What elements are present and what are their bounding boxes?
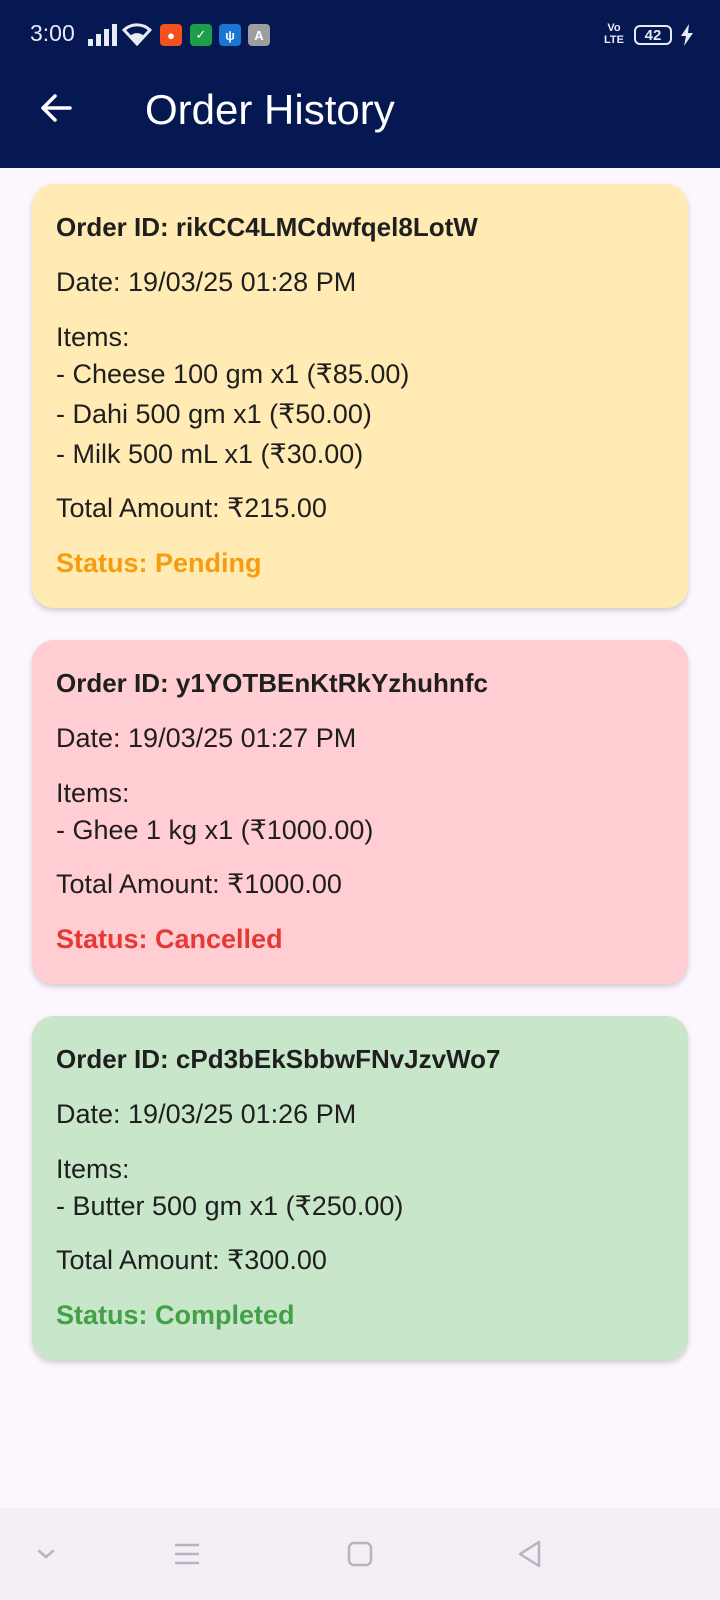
order-total: Total Amount: ₹300.00 bbox=[56, 1245, 327, 1275]
status-label: Status: Cancelled bbox=[56, 924, 283, 954]
signal-icon bbox=[88, 24, 117, 46]
usb-icon: ψ bbox=[219, 24, 241, 46]
items-label: Items: bbox=[56, 322, 130, 352]
order-card[interactable]: Order ID: rikCC4LMCdwfqel8LotW Date: 19/0… bbox=[32, 184, 688, 608]
nav-back-button[interactable] bbox=[506, 1530, 554, 1578]
order-item: - Dahi 500 gm x1 (₹50.00) bbox=[56, 399, 372, 429]
menu-icon bbox=[175, 1543, 199, 1565]
items-label: Items: bbox=[56, 778, 130, 808]
status-label: Status: Completed bbox=[56, 1300, 295, 1330]
app-notification-icon: ● bbox=[160, 24, 182, 46]
order-id: Order ID: cPd3bEkSbbwFNvJzvWo7 bbox=[56, 1044, 501, 1074]
order-card[interactable]: Order ID: y1YOTBEnKtRkYzhuhnfc Date: 19/0… bbox=[32, 640, 688, 984]
page-title: Order History bbox=[145, 86, 395, 133]
nav-menu-button[interactable] bbox=[163, 1530, 211, 1578]
status-time: 3:00 bbox=[30, 20, 75, 46]
order-item: - Milk 500 mL x1 (₹30.00) bbox=[56, 439, 364, 469]
home-square-icon bbox=[347, 1541, 373, 1567]
status-bar: 3:00 ● ✓ ψ A Vo LTE 42 bbox=[0, 0, 720, 72]
nav-collapse-button[interactable] bbox=[22, 1530, 70, 1578]
app-bar: 3:00 ● ✓ ψ A Vo LTE 42 Order History bbox=[0, 0, 720, 168]
battery-indicator: 42 bbox=[634, 25, 672, 45]
back-triangle-icon bbox=[518, 1540, 541, 1568]
order-card[interactable]: Order ID: cPd3bEkSbbwFNvJzvWo7 Date: 19/0… bbox=[32, 1016, 688, 1360]
order-item: - Cheese 100 gm x1 (₹85.00) bbox=[56, 359, 410, 389]
back-button[interactable] bbox=[26, 78, 86, 138]
system-nav-bar bbox=[0, 1508, 720, 1600]
store-notification-icon: A bbox=[248, 24, 270, 46]
order-id: Order ID: rikCC4LMCdwfqel8LotW bbox=[56, 212, 478, 242]
volte-indicator: Vo LTE bbox=[604, 22, 624, 46]
shield-notification-icon: ✓ bbox=[190, 24, 212, 46]
status-label: Status: Pending bbox=[56, 548, 262, 578]
order-id: Order ID: y1YOTBEnKtRkYzhuhnfc bbox=[56, 668, 488, 698]
chevron-down-icon bbox=[37, 1549, 55, 1559]
order-date: Date: 19/03/25 01:26 PM bbox=[56, 1099, 357, 1129]
nav-home-button[interactable] bbox=[336, 1530, 384, 1578]
order-date: Date: 19/03/25 01:27 PM bbox=[56, 723, 357, 753]
wifi-icon bbox=[122, 23, 152, 46]
arrow-back-icon bbox=[41, 94, 72, 122]
order-total: Total Amount: ₹1000.00 bbox=[56, 869, 342, 899]
order-item: - Butter 500 gm x1 (₹250.00) bbox=[56, 1191, 404, 1221]
order-date: Date: 19/03/25 01:28 PM bbox=[56, 267, 357, 297]
order-total: Total Amount: ₹215.00 bbox=[56, 493, 327, 523]
order-item: - Ghee 1 kg x1 (₹1000.00) bbox=[56, 815, 374, 845]
items-label: Items: bbox=[56, 1154, 130, 1184]
order-list: Order ID: rikCC4LMCdwfqel8LotW Date: 19/0… bbox=[32, 184, 688, 1392]
charging-icon bbox=[681, 24, 693, 46]
